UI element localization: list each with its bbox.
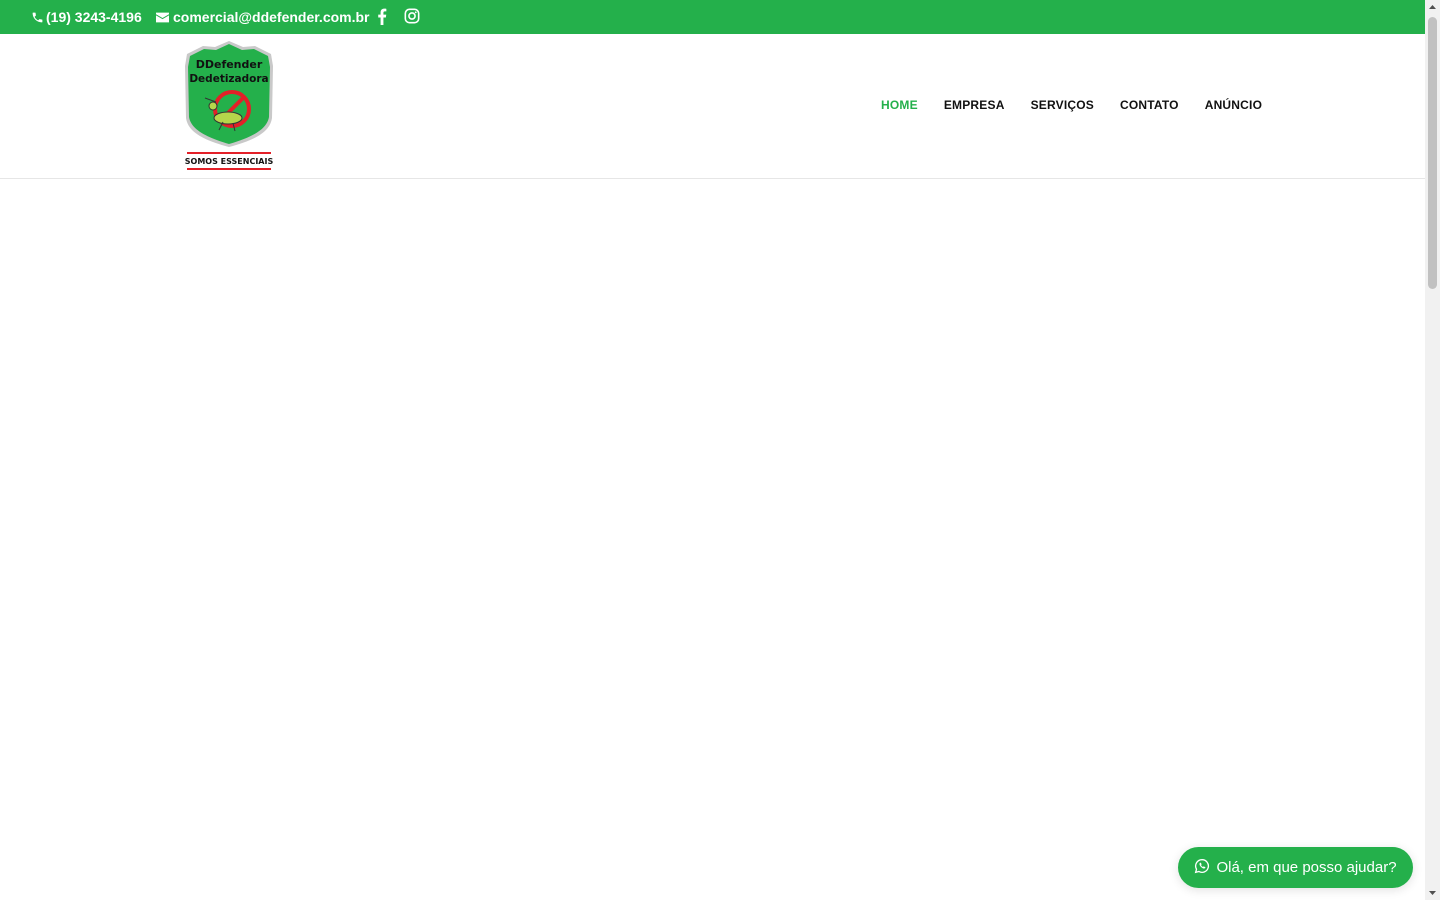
- scroll-up-arrow-icon[interactable]: [1425, 0, 1440, 15]
- svg-text:Dedetizadora: Dedetizadora: [189, 73, 268, 85]
- whatsapp-chat-button[interactable]: Olá, em que posso ajudar?: [1178, 847, 1413, 888]
- top-bar: (19) 3243-4196 comercial@ddefender.com.b…: [0, 0, 1425, 34]
- nav-item-contato[interactable]: CONTATO: [1120, 98, 1179, 113]
- phone-icon: [31, 11, 44, 24]
- whatsapp-icon: [1194, 858, 1210, 878]
- top-bar-phone[interactable]: (19) 3243-4196: [31, 9, 142, 26]
- mail-icon: [156, 12, 169, 23]
- scroll-down-arrow-icon[interactable]: [1425, 885, 1440, 900]
- svg-text:SOMOS ESSENCIAIS: SOMOS ESSENCIAIS: [185, 157, 274, 166]
- nav-item-anuncio[interactable]: ANÚNCIO: [1205, 98, 1262, 113]
- site-logo[interactable]: DDefender Dedetizadora SOMOS ESSENCIAIS: [183, 40, 275, 172]
- scrollbar-thumb[interactable]: [1428, 17, 1437, 289]
- email-address[interactable]: comercial@ddefender.com.br: [173, 9, 370, 26]
- instagram-icon[interactable]: [404, 8, 420, 24]
- facebook-icon[interactable]: [377, 8, 387, 25]
- top-bar-email[interactable]: comercial@ddefender.com.br: [156, 9, 370, 26]
- whatsapp-button-label: Olá, em que posso ajudar?: [1216, 859, 1397, 876]
- site-header: DDefender Dedetizadora SOMOS ESSENCIAIS …: [0, 34, 1425, 179]
- phone-number[interactable]: (19) 3243-4196: [46, 9, 142, 26]
- page-scrollbar[interactable]: [1425, 0, 1440, 900]
- main-nav: HOME EMPRESA SERVIÇOS CONTATO ANÚNCIO: [881, 98, 1262, 113]
- nav-item-home[interactable]: HOME: [881, 98, 918, 113]
- nav-item-servicos[interactable]: SERVIÇOS: [1031, 98, 1094, 113]
- nav-item-empresa[interactable]: EMPRESA: [944, 98, 1005, 113]
- svg-text:DDefender: DDefender: [196, 58, 263, 71]
